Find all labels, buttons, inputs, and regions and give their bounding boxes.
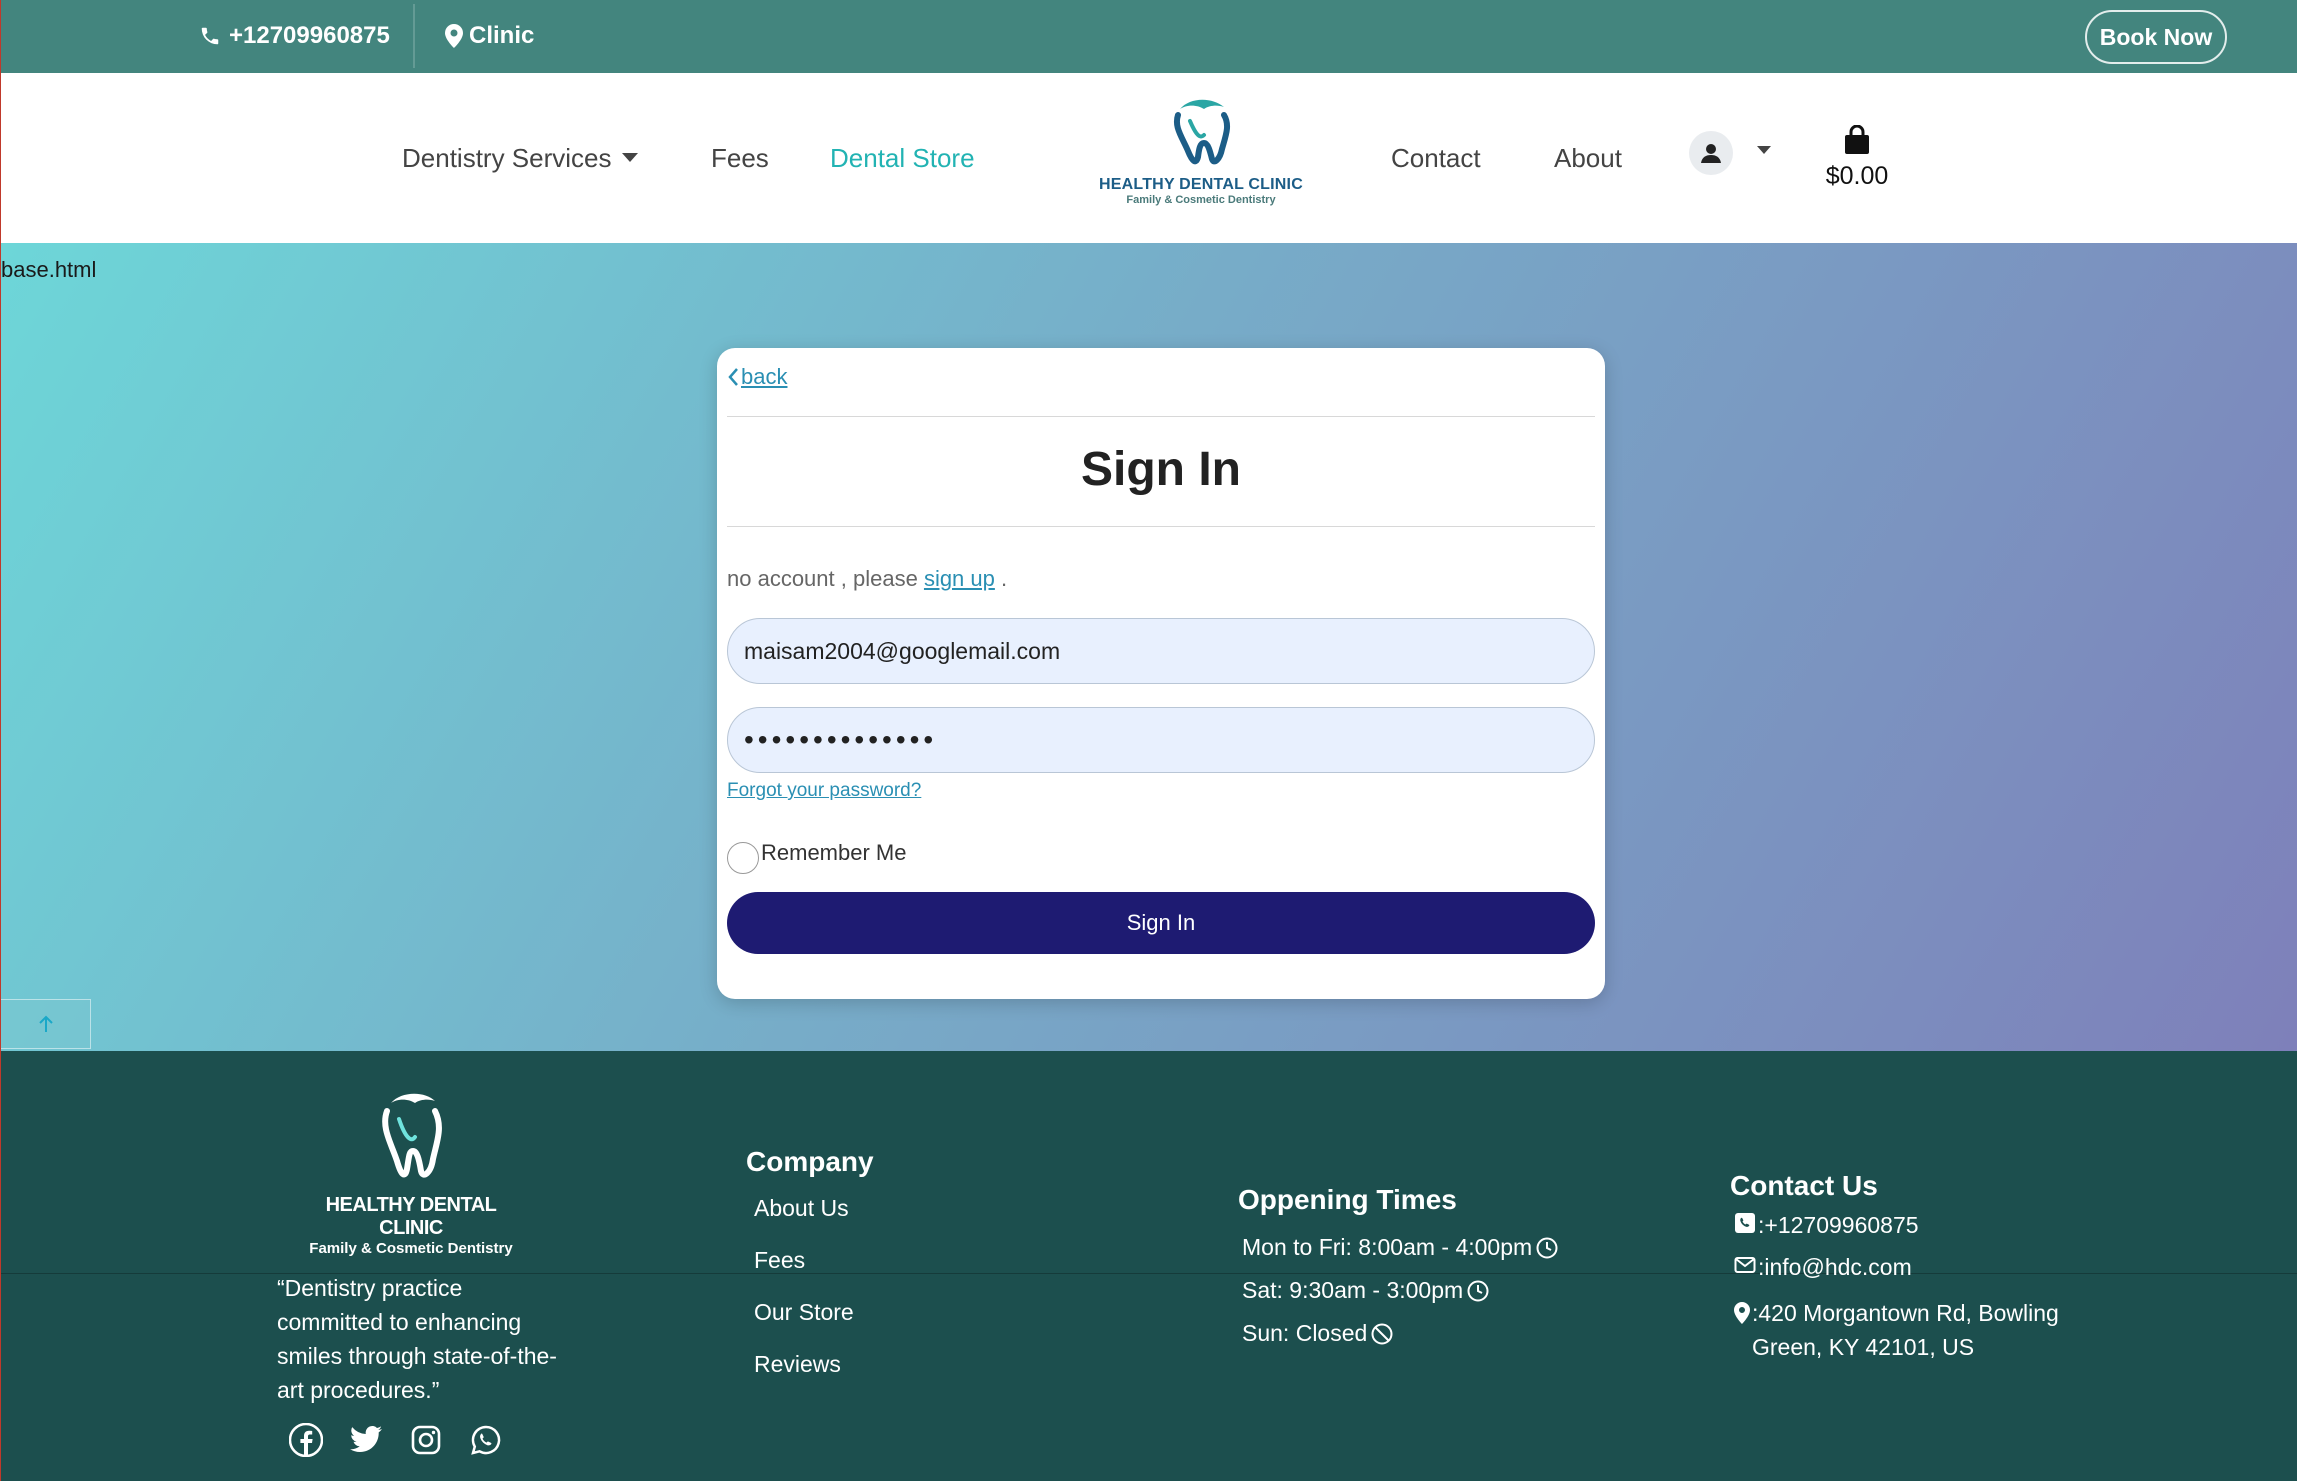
base-html-label: base.html — [1, 257, 97, 282]
map-pin-icon — [1734, 1302, 1750, 1324]
footer-quote: “Dentistry practice committed to enhanci… — [277, 1275, 557, 1403]
hours-row: Sat: 9:30am - 3:00pm — [1242, 1269, 1558, 1312]
logo-title: HEALTHY DENTAL CLINIC — [1099, 176, 1303, 193]
back-link-text: back — [741, 364, 788, 389]
signup-link[interactable]: sign up — [924, 566, 995, 591]
contact-address-text: :420 Morgantown Rd, Bowling Green, KY 42… — [1752, 1300, 2059, 1360]
cart-total: $0.00 — [1825, 162, 1889, 190]
remember-me-checkbox[interactable] — [727, 842, 759, 874]
remember-me[interactable]: Remember Me — [727, 832, 906, 874]
no-account-text: no account , please sign up . — [727, 566, 1007, 592]
footer-link-about-us[interactable]: About Us — [754, 1188, 874, 1240]
footer: HEALTHY DENTAL CLINIC Family & Cosmetic … — [1, 1051, 2297, 1481]
clock-icon — [1536, 1237, 1558, 1258]
nav-contact[interactable]: Contact — [1391, 143, 1481, 174]
map-pin-icon — [445, 24, 463, 48]
chevron-down-icon — [1757, 146, 1771, 154]
remember-me-label: Remember Me — [761, 840, 907, 865]
contact-email[interactable]: :info@hdc.com — [1734, 1254, 2092, 1296]
envelope-icon — [1734, 1257, 1756, 1273]
twitter-icon[interactable] — [349, 1423, 383, 1457]
topbar-phone-text: +12709960875 — [229, 22, 390, 49]
hours-heading: Oppening Times — [1238, 1184, 1457, 1215]
contact-email-text: :info@hdc.com — [1758, 1254, 1912, 1280]
chevron-down-icon — [621, 152, 638, 162]
user-icon — [1701, 144, 1721, 163]
contact-heading: Contact Us — [1730, 1170, 1878, 1201]
phone-square-icon — [1735, 1213, 1755, 1233]
hours-row: Sun: Closed — [1242, 1312, 1558, 1355]
site-logo[interactable]: HEALTHY DENTAL CLINIC Family & Cosmetic … — [1091, 95, 1311, 206]
contact-phone-text: :+12709960875 — [1758, 1212, 1919, 1238]
logo-subtitle: Family & Cosmetic Dentistry — [1126, 194, 1276, 206]
divider — [727, 416, 1595, 417]
clock-icon — [1467, 1280, 1489, 1301]
topbar-clinic-text: Clinic — [469, 22, 535, 49]
footer-logo-subtitle: Family & Cosmetic Dentistry — [309, 1240, 513, 1257]
chevron-left-icon — [728, 368, 738, 386]
footer-link-fees[interactable]: Fees — [754, 1240, 874, 1292]
footer-hours: Oppening Times Mon to Fri: 8:00am - 4:00… — [1238, 1184, 1558, 1355]
hours-saturday: Sat: 9:30am - 3:00pm — [1242, 1277, 1464, 1303]
company-heading: Company — [746, 1146, 874, 1177]
hours-sunday: Sun: Closed — [1242, 1320, 1368, 1346]
nav-about[interactable]: About — [1554, 143, 1622, 174]
contact-phone[interactable]: :+12709960875 — [1734, 1212, 2092, 1254]
footer-logo[interactable]: HEALTHY DENTAL CLINIC Family & Cosmetic … — [301, 1087, 521, 1257]
nav-dental-store[interactable]: Dental Store — [830, 143, 975, 174]
social-links — [289, 1423, 503, 1457]
nav-dentistry-services[interactable]: Dentistry Services — [402, 143, 638, 174]
no-account-prefix: no account , please — [727, 566, 918, 591]
footer-contact: Contact Us :+12709960875 :info@hdc.com :… — [1730, 1170, 2092, 1364]
hours-row: Mon to Fri: 8:00am - 4:00pm — [1242, 1226, 1558, 1269]
facebook-icon[interactable] — [289, 1423, 323, 1457]
tooth-logo-icon — [382, 1093, 442, 1178]
signin-card: back Sign In no account , please sign up… — [717, 348, 1605, 999]
scroll-to-top-button[interactable] — [1, 999, 91, 1049]
user-avatar — [1689, 131, 1733, 175]
book-now-button[interactable]: Book Now — [2085, 10, 2227, 64]
main-nav: Dentistry Services Fees Dental Store HEA… — [1, 73, 2297, 243]
nav-fees[interactable]: Fees — [711, 143, 769, 174]
hours-weekday: Mon to Fri: 8:00am - 4:00pm — [1242, 1234, 1533, 1260]
user-menu[interactable] — [1689, 131, 1771, 175]
whatsapp-icon[interactable] — [469, 1423, 503, 1457]
instagram-icon[interactable] — [409, 1423, 443, 1457]
footer-link-reviews[interactable]: Reviews — [754, 1344, 874, 1396]
nav-dentistry-services-label: Dentistry Services — [402, 143, 612, 173]
tooth-logo-icon — [1174, 99, 1231, 165]
footer-link-our-store[interactable]: Our Store — [754, 1292, 874, 1344]
contact-address: :420 Morgantown Rd, Bowling Green, KY 42… — [1734, 1296, 2092, 1364]
email-field[interactable]: maisam2004@googlemail.com — [727, 618, 1595, 684]
footer-company: Company About Us Fees Our Store Reviews — [746, 1146, 874, 1396]
divider — [727, 526, 1595, 527]
top-bar: +12709960875 Clinic Book Now — [1, 0, 2297, 73]
topbar-clinic-link[interactable]: Clinic — [445, 22, 534, 50]
signin-button[interactable]: Sign In — [727, 892, 1595, 954]
arrow-up-icon — [38, 1015, 53, 1032]
phone-icon — [201, 27, 219, 45]
password-field[interactable]: •••••••••••••• — [727, 707, 1595, 773]
no-account-suffix: . — [1001, 566, 1008, 591]
topbar-divider — [413, 4, 415, 68]
signin-title: Sign In — [1081, 443, 1241, 496]
footer-logo-title: HEALTHY DENTAL CLINIC — [325, 1194, 497, 1239]
back-link[interactable]: back — [727, 364, 787, 390]
cart-button[interactable]: $0.00 — [1819, 124, 1895, 191]
ban-icon — [1371, 1323, 1393, 1344]
forgot-password-link[interactable]: Forgot your password? — [727, 780, 921, 802]
topbar-phone-link[interactable]: +12709960875 — [199, 22, 390, 50]
shopping-bag-icon — [1845, 124, 1869, 154]
